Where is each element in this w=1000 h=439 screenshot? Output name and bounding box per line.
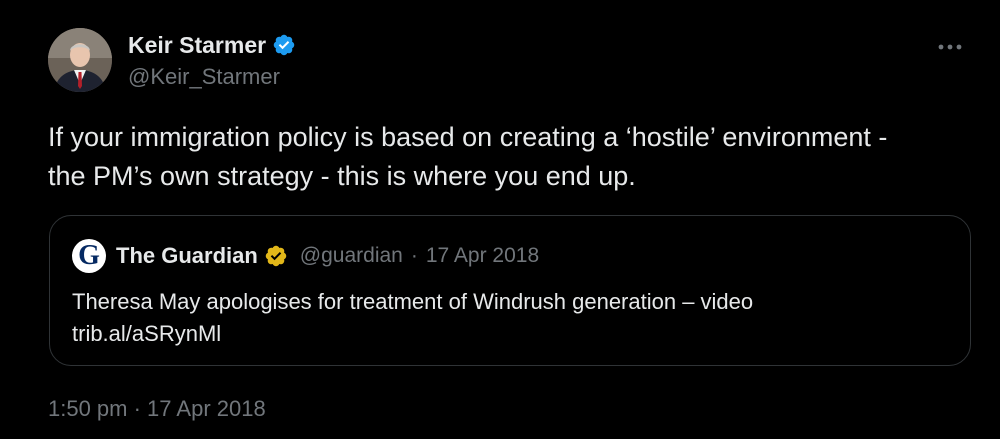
- avatar-portrait-icon: [48, 28, 112, 92]
- guardian-logo-letter: G: [78, 240, 100, 271]
- quote-text-line-1: Theresa May apologises for treatment of …: [72, 289, 754, 314]
- verified-badge-icon: [273, 34, 295, 56]
- quote-date: 17 Apr 2018: [425, 244, 540, 267]
- author-handle[interactable]: @Keir_Starmer: [128, 64, 296, 90]
- quote-link: trib.al/aSRynMl: [72, 321, 222, 346]
- quote-text: Theresa May apologises for treatment of …: [72, 286, 753, 350]
- author-name[interactable]: Keir Starmer: [128, 32, 266, 59]
- tweet: Keir Starmer @Keir_Starmer If your immig…: [0, 0, 1000, 439]
- tweet-text: If your immigration policy is based on c…: [48, 122, 888, 191]
- author-block: Keir Starmer @Keir_Starmer: [128, 30, 296, 90]
- tweet-timestamp[interactable]: 1:50 pm · 17 Apr 2018: [48, 396, 266, 422]
- quote-separator: ·: [410, 244, 418, 267]
- quote-header: G The Guardian @guardian · 17 Apr 2018: [72, 239, 540, 273]
- avatar[interactable]: [48, 28, 112, 92]
- quoted-tweet-card[interactable]: G The Guardian @guardian · 17 Apr 2018 T…: [49, 215, 971, 366]
- quote-author-name[interactable]: The Guardian: [116, 243, 258, 269]
- quote-handle: @guardian: [299, 244, 403, 267]
- verified-org-badge-icon: [265, 245, 287, 267]
- author-name-row: Keir Starmer: [128, 30, 296, 60]
- more-horizontal-icon: [938, 44, 962, 50]
- more-options-button[interactable]: [930, 32, 970, 62]
- guardian-logo-icon[interactable]: G: [72, 239, 106, 273]
